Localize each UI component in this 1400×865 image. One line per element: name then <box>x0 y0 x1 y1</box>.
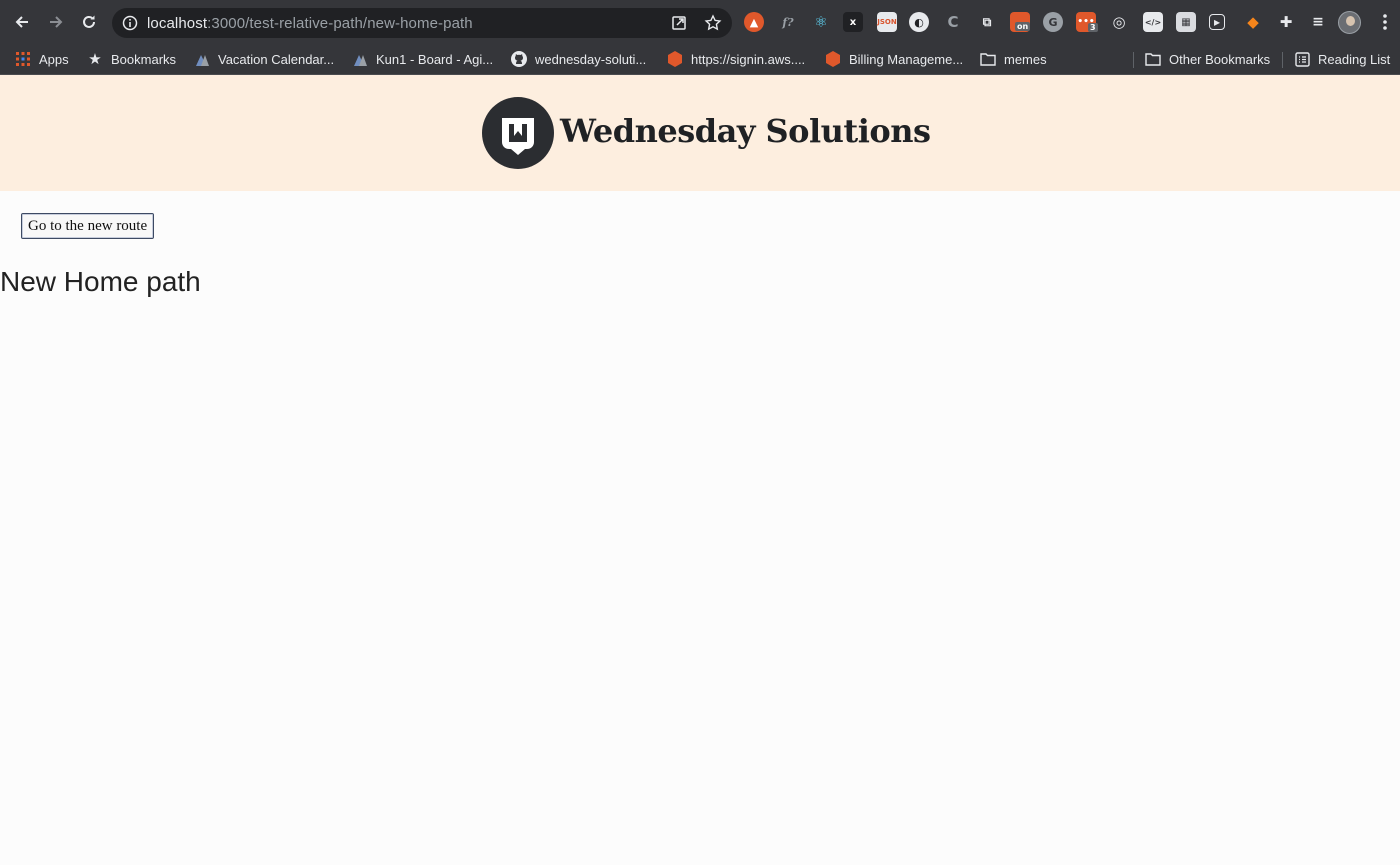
bookmark-aws-signin[interactable]: https://signin.aws.... <box>667 47 805 71</box>
bookmarks-separator <box>1133 52 1134 68</box>
bookmark-folder-memes[interactable]: memes <box>980 47 1047 71</box>
aws-hexagon-icon <box>825 51 841 67</box>
extension-photo-icon[interactable]: ▦ <box>1176 12 1196 32</box>
folder-icon <box>980 51 996 67</box>
extension-copy-icon[interactable]: ⧉ <box>977 12 997 32</box>
url-host: localhost <box>147 15 208 32</box>
extension-json-icon[interactable]: JSON <box>877 12 897 32</box>
brand-name: Wednesday Solutions <box>560 112 931 150</box>
reading-list-icon <box>1294 51 1310 67</box>
bookmark-label: Apps <box>39 51 69 67</box>
extension-c-icon[interactable]: C <box>943 12 963 32</box>
bookmark-apps[interactable]: Apps <box>15 47 69 71</box>
site-info-icon[interactable] <box>122 15 138 31</box>
atlassian-icon <box>352 51 368 67</box>
browser-toolbar: localhost:3000/test-relative-path/new-ho… <box>0 0 1400 44</box>
url-text[interactable]: localhost:3000/test-relative-path/new-ho… <box>147 15 473 32</box>
site-header: Wednesday Solutions <box>0 75 1400 191</box>
page-title: New Home path <box>0 266 201 297</box>
bookmarks-bar: Apps ★ Bookmarks Vacation Calendar... Ku… <box>0 44 1400 75</box>
bookmark-bookmarks[interactable]: ★ Bookmarks <box>87 47 176 71</box>
grammarly-icon[interactable]: G <box>1043 12 1063 32</box>
bookmark-label: memes <box>1004 51 1047 67</box>
extension-target-icon[interactable]: ◎ <box>1109 12 1129 32</box>
extension-circle-icon[interactable]: ◐ <box>909 12 929 32</box>
github-icon <box>511 51 527 67</box>
bookmark-label: Reading List <box>1318 51 1391 67</box>
bookmark-label: Kun1 - Board - Agi... <box>376 51 494 67</box>
bookmarks-separator <box>1282 52 1283 68</box>
bookmark-label: Vacation Calendar... <box>218 51 335 67</box>
extension-code-icon[interactable]: </> <box>1143 12 1163 32</box>
open-in-app-icon[interactable] <box>670 14 688 32</box>
extension-dots-icon[interactable]: ••• 3 <box>1076 12 1098 32</box>
reading-list-button[interactable]: Reading List <box>1294 47 1390 71</box>
react-devtools-icon[interactable]: ⚛ <box>811 12 831 32</box>
forward-button[interactable] <box>42 8 70 36</box>
folder-icon <box>1145 51 1161 67</box>
extension-fx-icon[interactable]: f? <box>778 12 798 32</box>
browser-menu-icon[interactable] <box>1378 12 1392 32</box>
bookmark-billing[interactable]: Billing Manageme... <box>825 47 963 71</box>
reload-icon <box>83 15 95 28</box>
star-icon: ★ <box>88 51 102 68</box>
forward-arrow-icon <box>50 16 63 28</box>
bookmark-label: Bookmarks <box>111 51 177 67</box>
bookmark-label: wednesday-soluti... <box>535 51 647 67</box>
bookmark-kun1-board[interactable]: Kun1 - Board - Agi... <box>352 47 493 71</box>
atlassian-icon <box>194 51 210 67</box>
profile-avatar[interactable] <box>1338 11 1361 34</box>
bookmark-vacation-calendar[interactable]: Vacation Calendar... <box>194 47 334 71</box>
page-content: Wednesday Solutions Go to the new route … <box>0 75 1400 865</box>
go-to-new-route-button[interactable]: Go to the new route <box>21 213 155 239</box>
address-bar[interactable]: localhost:3000/test-relative-path/new-ho… <box>112 8 732 38</box>
url-path: :3000/test-relative-path/new-home-path <box>207 15 473 32</box>
bookmark-other-bookmarks[interactable]: Other Bookmarks <box>1145 47 1270 71</box>
bookmark-github[interactable]: wednesday-soluti... <box>511 47 646 71</box>
extension-shield-icon[interactable]: ▲ <box>744 12 764 32</box>
extension-on-icon[interactable]: on <box>1010 12 1031 32</box>
extension-play-icon[interactable]: ▸ <box>1209 14 1225 30</box>
extension-x-icon[interactable]: x <box>843 12 863 32</box>
bookmark-label: Billing Manageme... <box>849 51 964 67</box>
reload-button[interactable] <box>75 8 103 36</box>
extensions-puzzle-icon[interactable]: ✚ <box>1276 12 1296 32</box>
media-queue-icon[interactable]: ≡ <box>1308 12 1328 32</box>
bookmark-label: Other Bookmarks <box>1169 51 1271 67</box>
apps-grid-icon <box>15 51 31 67</box>
aws-hexagon-icon <box>667 51 683 67</box>
extension-count-badge: 3 <box>1088 23 1098 32</box>
extension-on-badge: on <box>1015 22 1031 31</box>
wednesday-logo-icon <box>482 97 554 169</box>
back-arrow-icon <box>15 16 28 28</box>
bookmark-label: https://signin.aws.... <box>691 51 806 67</box>
metamask-fox-icon[interactable]: ◆ <box>1243 12 1263 32</box>
back-button[interactable] <box>8 8 36 36</box>
bookmark-star-icon[interactable] <box>704 14 722 32</box>
